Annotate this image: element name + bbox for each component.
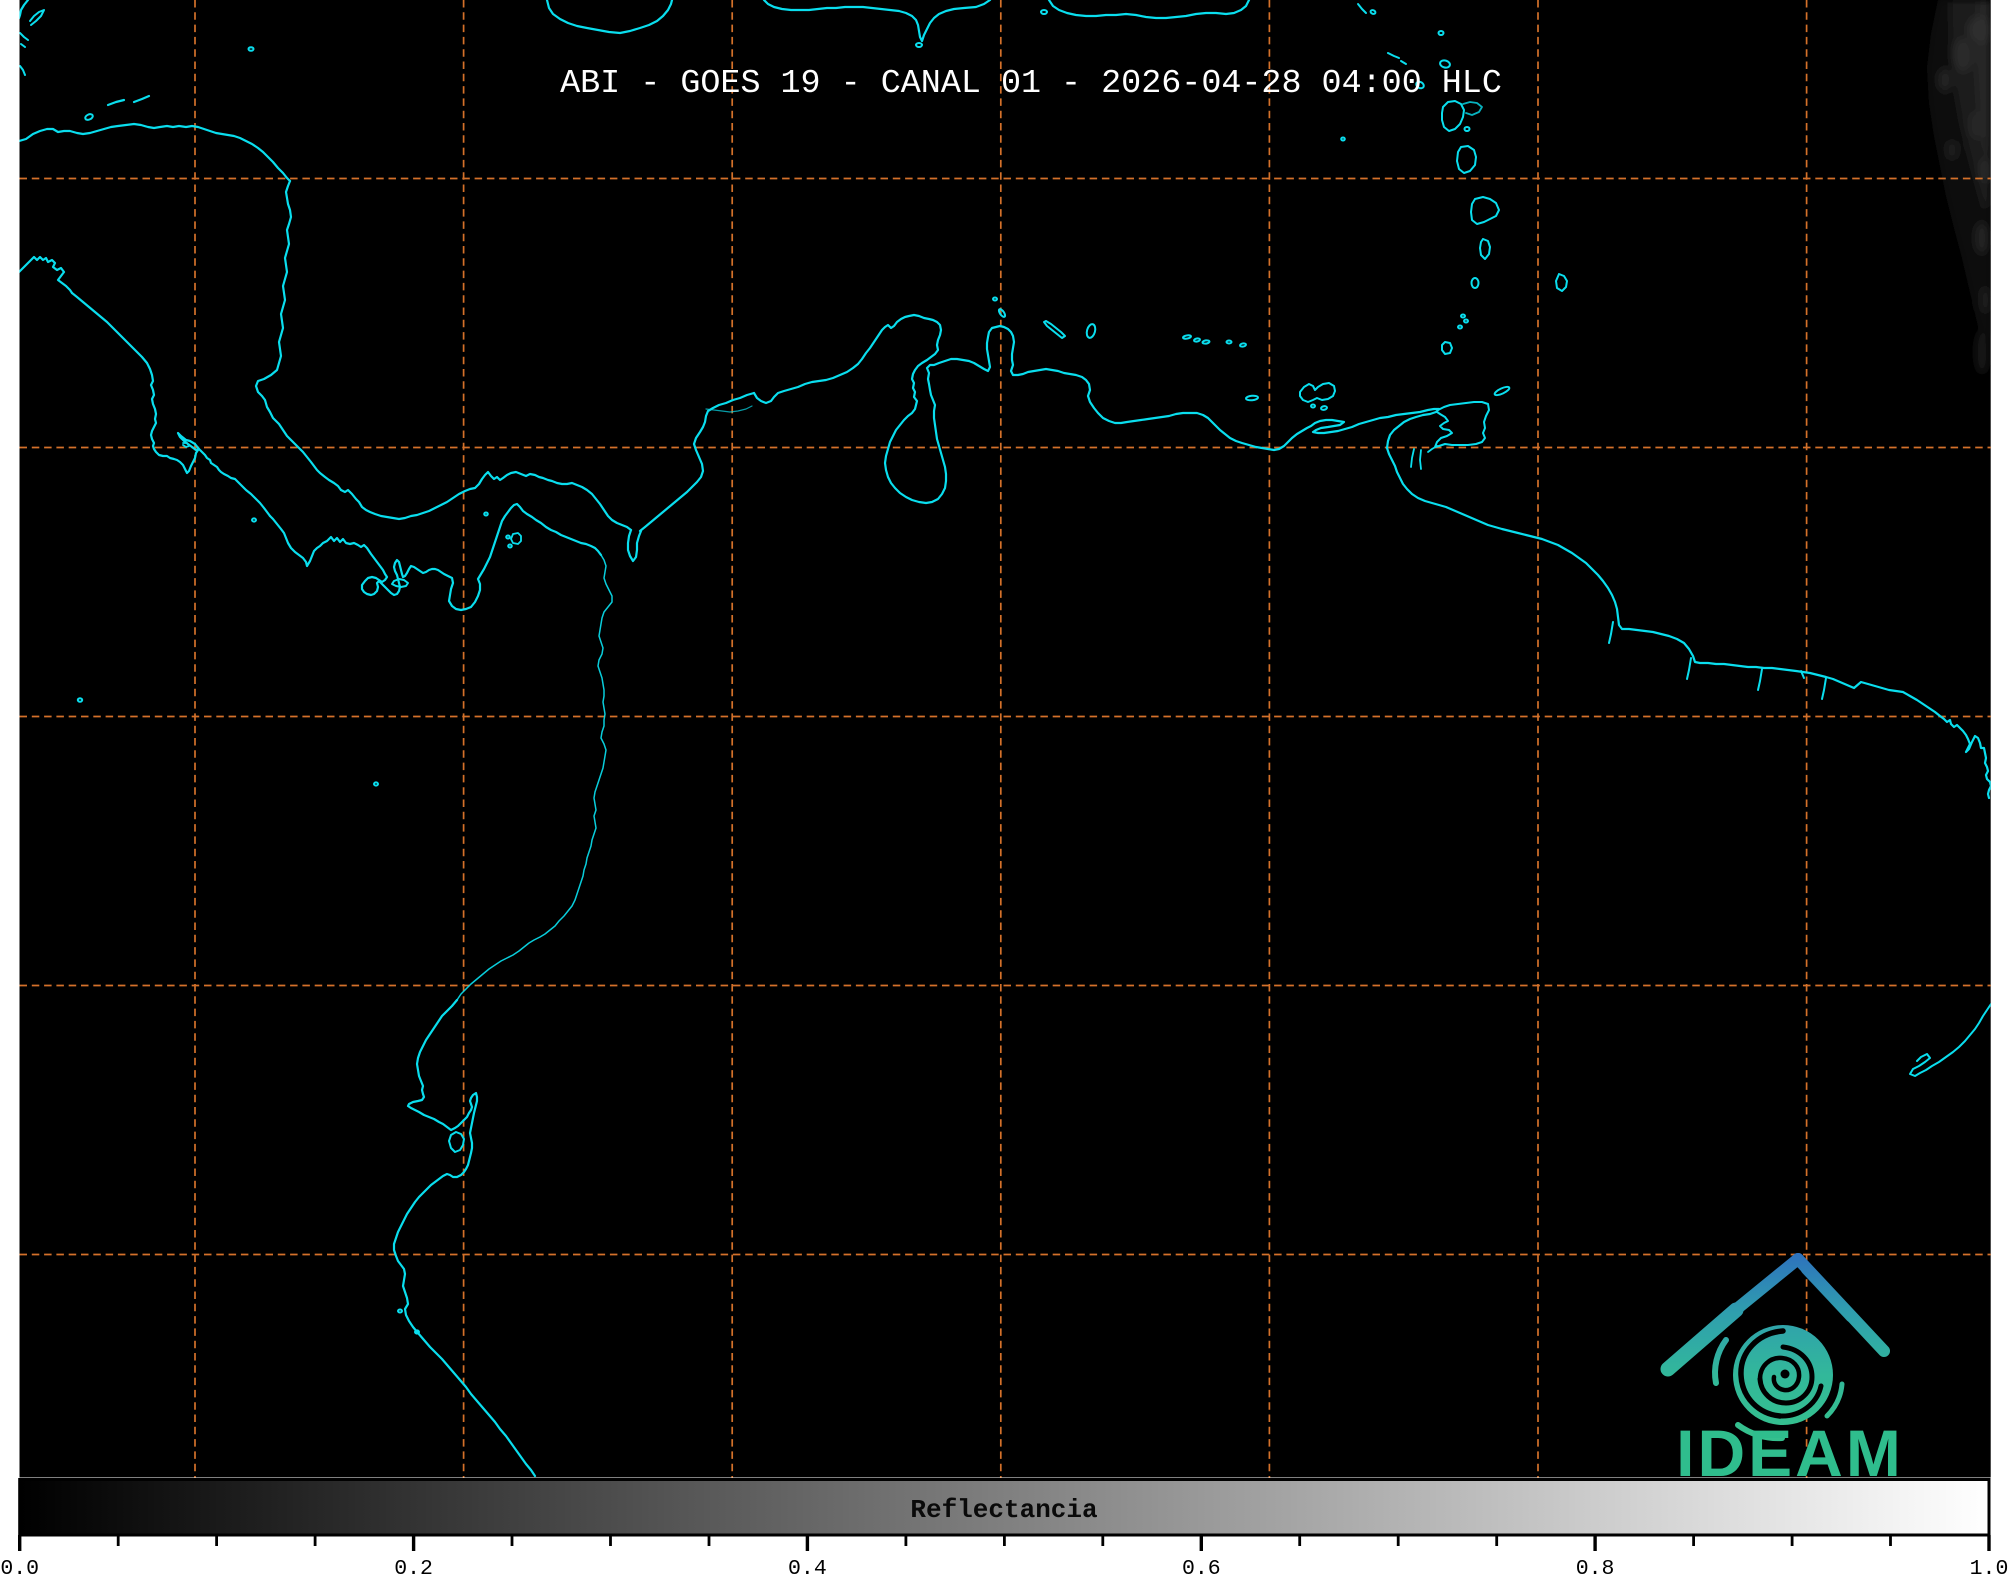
svg-text:Reflectancia: Reflectancia [910, 1495, 1097, 1525]
svg-text:0.6: 0.6 [1182, 1557, 1221, 1577]
svg-text:0.8: 0.8 [1576, 1557, 1615, 1577]
svg-text:0.0: 0.0 [0, 1557, 39, 1577]
svg-text:ABI - GOES 19 - CANAL 01 - 202: ABI - GOES 19 - CANAL 01 - 2026-04-28 04… [560, 65, 1502, 103]
svg-text:1.0: 1.0 [1970, 1557, 2009, 1577]
svg-text:0.4: 0.4 [788, 1557, 827, 1577]
svg-text:0.2: 0.2 [394, 1557, 433, 1577]
